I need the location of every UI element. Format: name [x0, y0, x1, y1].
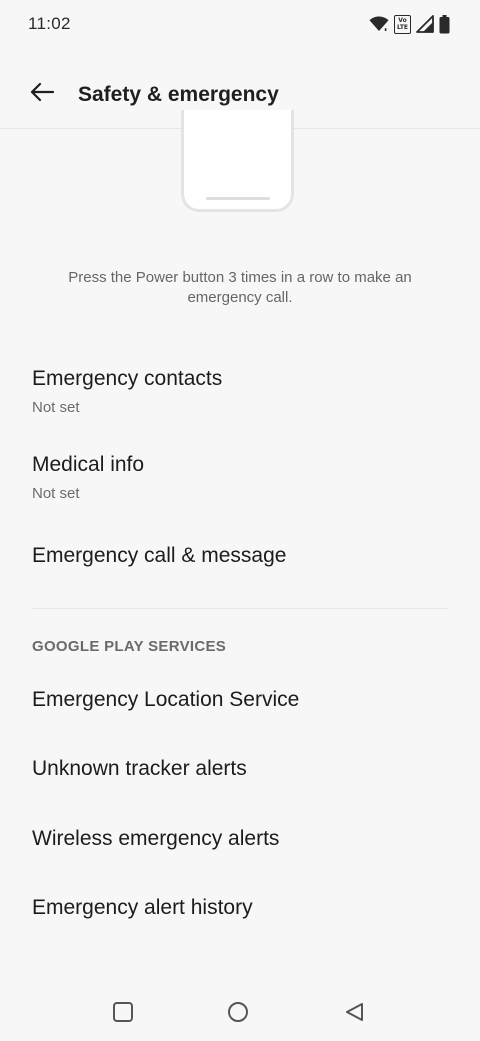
- item-title: Wireless emergency alerts: [32, 827, 280, 850]
- section-divider: [32, 608, 448, 609]
- item-title: Emergency call & message: [32, 544, 287, 567]
- illustration-home-bar: [206, 197, 270, 200]
- battery-icon: [439, 14, 450, 34]
- phone-illustration: [181, 110, 294, 212]
- arrow-left-icon: [29, 82, 55, 107]
- item-subtitle: Not set: [32, 485, 80, 502]
- signal-icon: [416, 15, 434, 33]
- status-time: 11:02: [28, 14, 71, 33]
- item-title: Emergency contacts: [32, 367, 223, 390]
- unknown-tracker-alerts-item[interactable]: Unknown tracker alerts: [32, 756, 448, 782]
- back-triangle-icon: [343, 1001, 365, 1028]
- status-icons: Vo LTE: [369, 13, 450, 35]
- emergency-call-message-item[interactable]: Emergency call & message: [32, 543, 448, 569]
- item-title: Medical info: [32, 453, 145, 476]
- item-subtitle: Not set: [32, 399, 80, 416]
- back-button[interactable]: [22, 74, 62, 114]
- screen: 11:02 Vo LTE Safety & emergency Press th…: [0, 0, 480, 1041]
- wireless-emergency-alerts-item[interactable]: Wireless emergency alerts: [32, 826, 448, 852]
- wifi-icon: [369, 16, 389, 32]
- emergency-contacts-item[interactable]: Emergency contacts Not set: [32, 366, 448, 417]
- item-title: Unknown tracker alerts: [32, 757, 247, 780]
- item-title: Emergency alert history: [32, 896, 253, 919]
- page-title: Safety & emergency: [78, 83, 279, 106]
- status-bar: 11:02 Vo LTE: [0, 0, 480, 50]
- volte-icon: Vo LTE: [394, 14, 411, 34]
- navigation-bar: [0, 985, 480, 1041]
- emergency-location-service-item[interactable]: Emergency Location Service: [32, 687, 448, 713]
- item-title: Emergency Location Service: [32, 688, 300, 711]
- section-header-google-play-services: GOOGLE PLAY SERVICES: [32, 638, 227, 655]
- recents-square-icon: [112, 1001, 134, 1028]
- recents-button[interactable]: [110, 1001, 136, 1027]
- medical-info-item[interactable]: Medical info Not set: [32, 452, 448, 503]
- nav-back-button[interactable]: [341, 1001, 367, 1027]
- home-button[interactable]: [225, 1001, 251, 1027]
- emergency-alert-history-item[interactable]: Emergency alert history: [32, 895, 448, 921]
- emergency-sos-description: Press the Power button 3 times in a row …: [68, 269, 412, 306]
- home-circle-icon: [227, 1001, 249, 1028]
